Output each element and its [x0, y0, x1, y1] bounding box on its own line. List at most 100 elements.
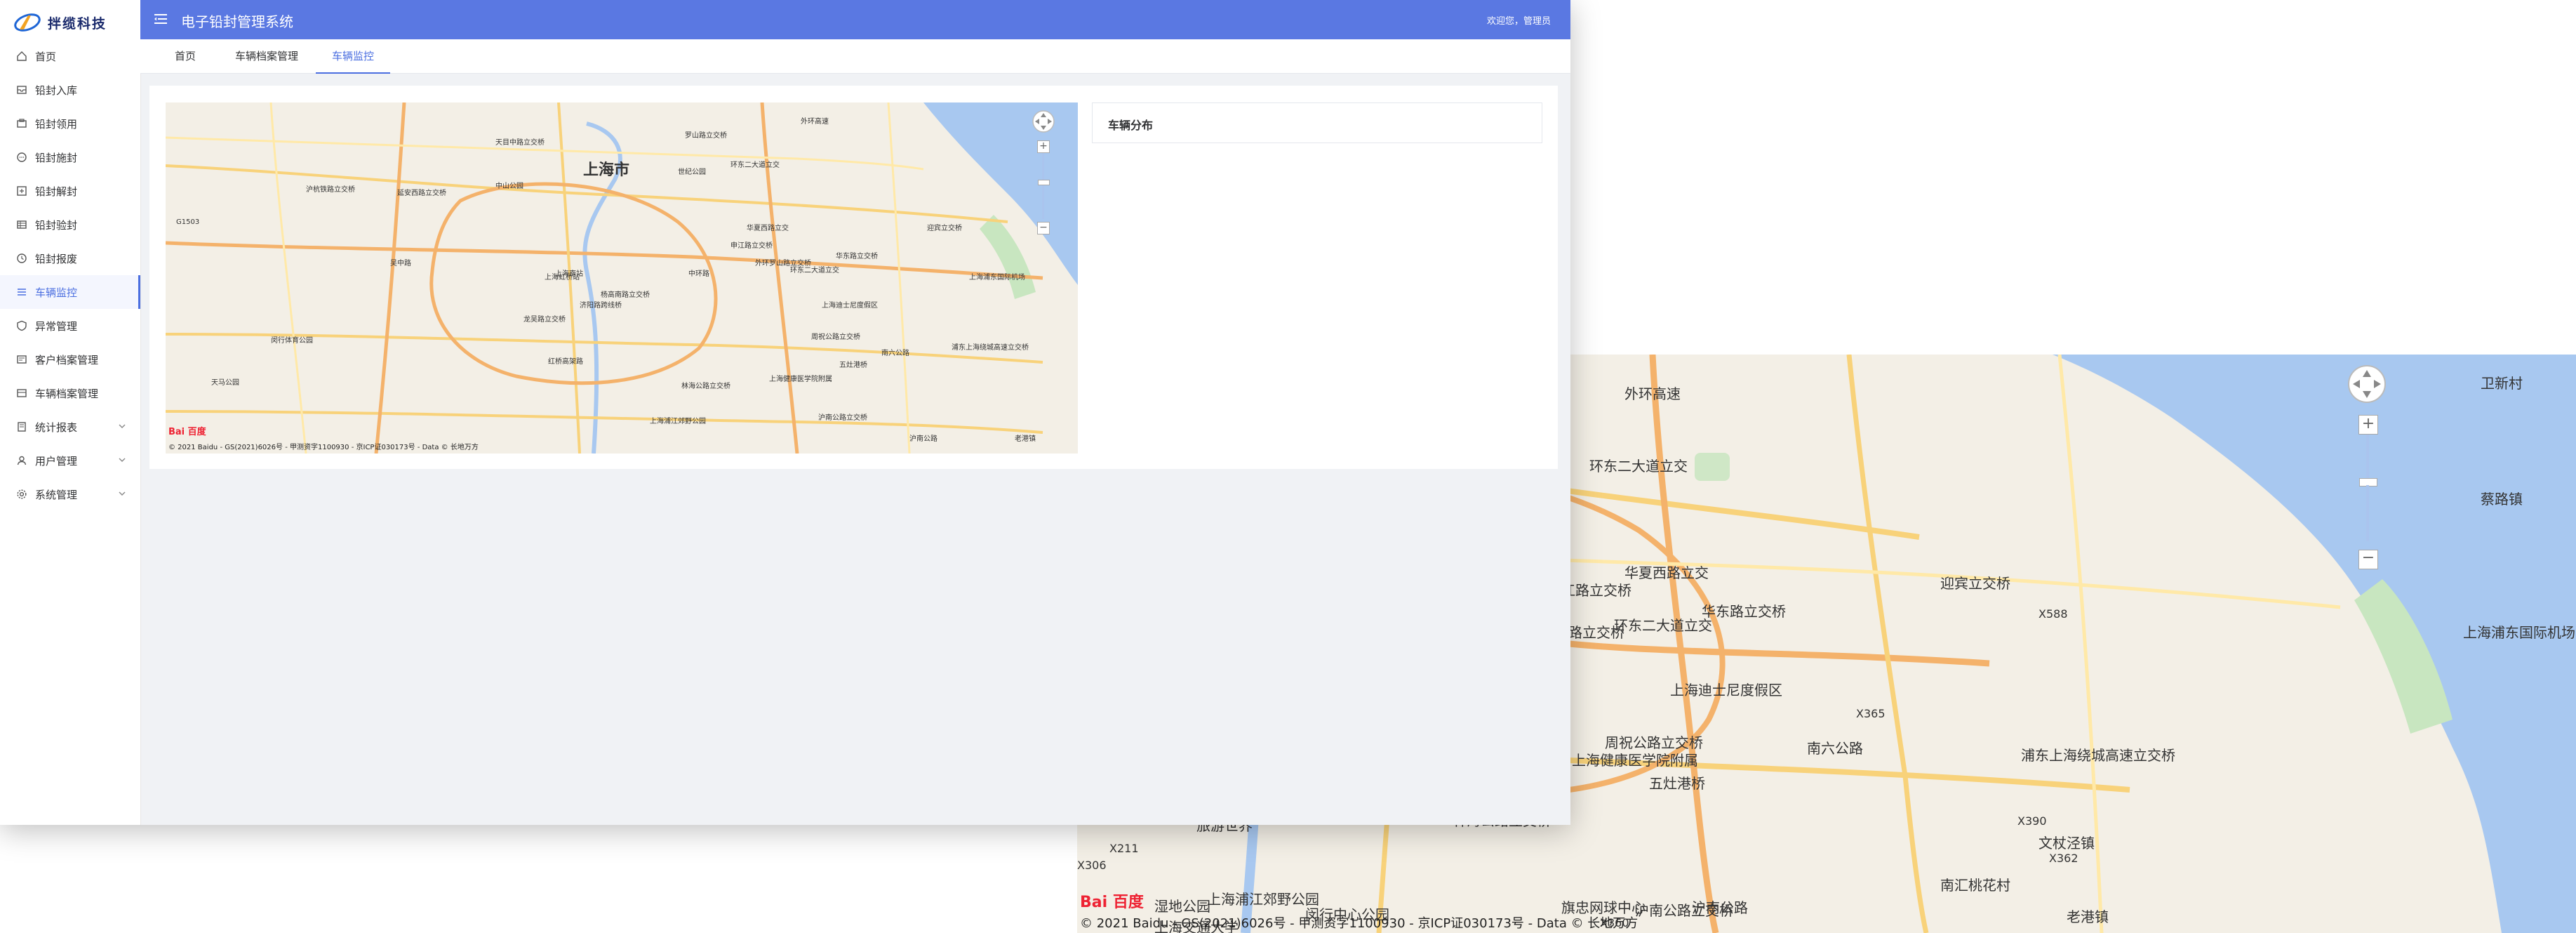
sidebar-item-label: 铅封验封	[35, 218, 78, 232]
tab-home[interactable]: 首页	[171, 39, 199, 73]
map-place-label: 龙吴路立交桥	[523, 316, 566, 324]
large-map-copyright: © 2021 Baidu - GS(2021)6026号 - 甲测资字11009…	[1080, 916, 1639, 931]
tabs-bar: 首页 车辆档案管理 车辆监控	[140, 39, 1570, 74]
brand-logo[interactable]: 拌缆科技	[13, 8, 107, 37]
large-zoom-in-button[interactable]: +	[2358, 415, 2378, 435]
zoom-slider-handle[interactable]	[1038, 180, 1050, 185]
app-window: 拌缆科技 首页 铅封入库 铅封领用 铅封施封 铅封解封 铅封验封 铅封报废 车辆监控 异常管理客…	[0, 0, 1570, 825]
map-copyright: © 2021 Baidu - GS(2021)6026号 - 甲测资字11009…	[168, 444, 479, 451]
sidebar: 拌缆科技 首页 铅封入库铅封领用铅封施封铅封解封铅封验封铅封报废车辆监控异常管理客…	[0, 0, 141, 825]
sidebar-item-label: 系统管理	[35, 488, 78, 501]
large-baidu-logo: Bai 百度	[1080, 894, 1144, 911]
vehicle-map[interactable]: 上海市 外环高速 天目中路立交桥 罗山路立交桥 环东二大道立交 华夏西路立交 申江路立交桥迎…	[166, 102, 1078, 454]
map-place-label: 湿地公园	[1154, 898, 1210, 915]
sidebar-item-13[interactable]: 系统管理	[0, 477, 140, 511]
sidebar-item-5[interactable]: 铅封验封	[0, 208, 140, 241]
map-place-label: 中山公园	[495, 183, 523, 190]
chevron-down-icon	[119, 424, 126, 428]
map-place-label: 老港镇	[1015, 435, 1036, 443]
map-place-label: 南六公路	[1807, 740, 1863, 757]
map-place-label: 环东二大道立交	[1589, 458, 1688, 475]
map-place-label: 天马公园	[211, 379, 239, 387]
sidebar-item-6[interactable]: 铅封报废	[0, 241, 140, 275]
gear-icon	[15, 488, 28, 501]
map-place-label: 延安西路立交桥	[397, 190, 446, 197]
tab-vehicle-monitor[interactable]: 车辆监控	[316, 39, 390, 74]
sidebar-item-label: 用户管理	[35, 454, 78, 468]
map-place-label: 吴中路	[390, 260, 411, 267]
map-place-label: 红桥高架路	[548, 358, 583, 366]
welcome-user[interactable]: 欢迎您，管理员	[1487, 13, 1551, 27]
system-title: 电子铅封管理系统	[181, 13, 293, 30]
large-zoom-slider[interactable]	[2366, 435, 2369, 479]
map-place-label: 闵行体育公园	[271, 337, 313, 345]
large-map-navigation-control[interactable]	[2347, 364, 2387, 404]
sidebar-item-label: 统计报表	[35, 421, 78, 434]
sidebar-item-7[interactable]: 车辆监控	[0, 275, 140, 309]
zoom-out-button[interactable]: −	[1037, 222, 1050, 234]
chevron-down-icon	[119, 458, 126, 462]
map-place-label: 华夏西路立交	[747, 225, 789, 232]
large-zoom-out-button[interactable]: −	[2358, 550, 2378, 569]
map-place-label: 林海公路立交桥	[681, 383, 730, 390]
sidebar-item-10[interactable]: 车辆档案管理	[0, 376, 140, 410]
brand-mark-icon	[14, 13, 41, 32]
map-place-label: 环东二大道立交	[1614, 617, 1712, 634]
sidebar-item-label: 铅封领用	[35, 117, 78, 131]
map-place-label: 华东路立交桥	[1702, 603, 1786, 620]
sidebar-item-label: 铅封报废	[35, 252, 78, 265]
sidebar-item-8[interactable]: 异常管理	[0, 309, 140, 343]
map-place-label: X362	[2049, 852, 2078, 865]
sidebar-item-label: 铅封解封	[35, 185, 78, 198]
menu-toggle-icon[interactable]	[153, 11, 168, 27]
clock-icon	[15, 252, 28, 265]
map-place-label: 外环高速	[1624, 385, 1681, 402]
large-zoom-track	[2366, 485, 2369, 541]
sidebar-item-12[interactable]: 用户管理	[0, 444, 140, 477]
home-icon	[15, 50, 28, 62]
vehicle-distribution-title: 车辆分布	[1108, 119, 1154, 132]
sidebar-item-label: 异常管理	[35, 319, 78, 333]
unlock-icon	[15, 185, 28, 197]
map-place-label: 上海健康医学院附属	[1572, 752, 1698, 769]
map-place-label: 上海迪士尼度假区	[822, 302, 878, 310]
map-place-label: 济阳路跨线桥	[580, 302, 622, 310]
tab-vehicle-archive[interactable]: 车辆档案管理	[232, 39, 302, 73]
map-place-label: X306	[1077, 859, 1107, 872]
zoom-in-button[interactable]: +	[1037, 140, 1050, 153]
zoom-slider[interactable]	[1042, 153, 1044, 181]
map-place-label: 沪杭铁路立交桥	[306, 186, 355, 194]
sidebar-item-9[interactable]: 客户档案管理	[0, 343, 140, 376]
list-icon	[15, 286, 28, 298]
map-place-label: 华夏西路立交	[1624, 564, 1709, 581]
sidebar-menu: 首页 铅封入库铅封领用铅封施封铅封解封铅封验封铅封报废车辆监控异常管理客户档案管理…	[0, 39, 140, 511]
truck-icon	[15, 387, 28, 399]
map-place-label: 外环高速	[801, 118, 829, 126]
map-place-label: 老港镇	[2067, 908, 2109, 925]
sidebar-item-3[interactable]: 铅封施封	[0, 140, 140, 174]
map-place-label: 杨高南路立交桥	[601, 291, 650, 299]
map-place-label: 华东路立交桥	[836, 253, 878, 260]
map-place-label: 周祝公路立交桥	[811, 333, 860, 341]
map-place-label: 上海市	[583, 161, 630, 179]
map-place-label: 天目中路立交桥	[495, 139, 545, 147]
map-navigation-control[interactable]	[1032, 110, 1055, 133]
map-place-label: 南六公路	[881, 350, 909, 357]
sidebar-item-0[interactable]: 首页	[0, 39, 140, 73]
sidebar-item-4[interactable]: 铅封解封	[0, 174, 140, 208]
map-place-label: 五灶港桥	[1649, 775, 1705, 792]
zoom-track	[1042, 185, 1044, 219]
sidebar-item-1[interactable]: 铅封入库	[0, 73, 140, 107]
sidebar-item-2[interactable]: 铅封领用	[0, 107, 140, 140]
map-place-label: G1503	[176, 218, 200, 226]
vehicle-distribution-panel: 车辆分布	[1092, 102, 1542, 143]
map-place-label: 沪南公路立交桥	[818, 414, 867, 422]
sidebar-item-label: 铅封施封	[35, 151, 78, 164]
brand-name: 拌缆科技	[48, 15, 107, 32]
map-place-label: 上海浦江郊野公园	[650, 418, 706, 425]
map-place-label: 申江路立交桥	[730, 242, 773, 250]
sidebar-item-11[interactable]: 统计报表	[0, 410, 140, 444]
map-place-label: 上海南站	[555, 270, 583, 278]
map-place-label: 罗山路立交桥	[685, 132, 727, 140]
content-card: 上海市 外环高速 天目中路立交桥 罗山路立交桥 环东二大道立交 华夏西路立交 申江路立交桥迎…	[149, 86, 1558, 469]
